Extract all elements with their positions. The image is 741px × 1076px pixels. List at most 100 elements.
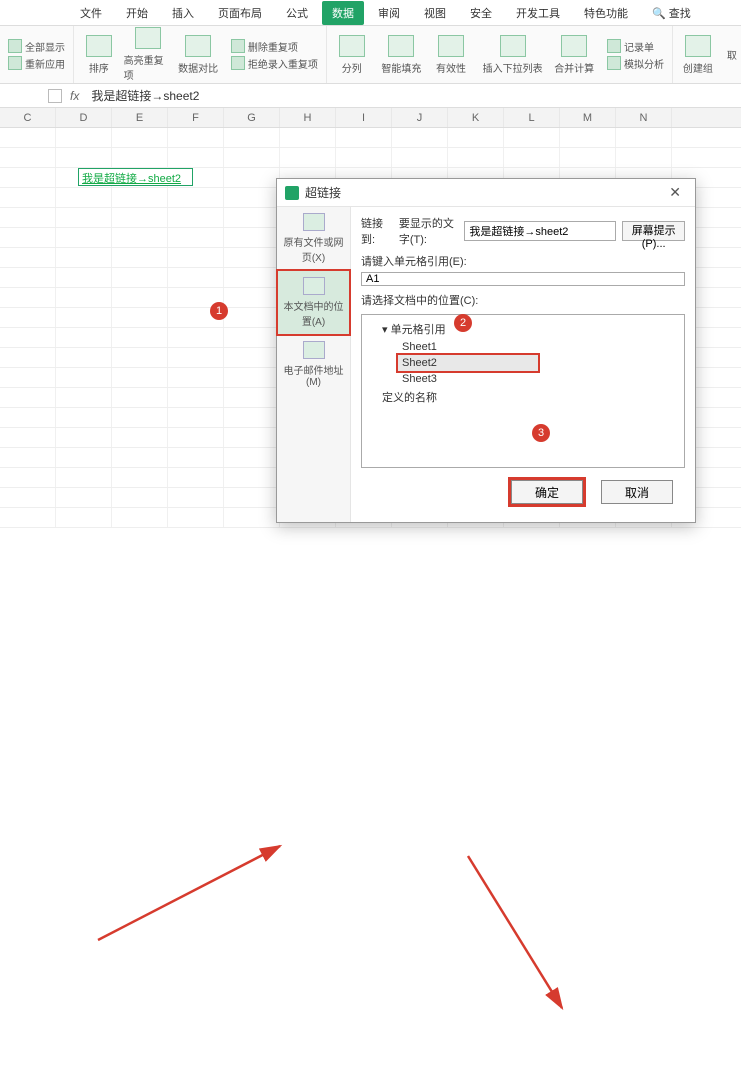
hyperlink-dialog: 超链接 ✕ 原有文件或网页(X) 本文档中的位置(A) 电子邮件地址(M) 链接… <box>276 178 696 523</box>
close-icon[interactable]: ✕ <box>663 184 687 201</box>
tab-data[interactable]: 数据 <box>322 1 364 25</box>
display-text-input[interactable] <box>464 221 616 241</box>
highlight-icon <box>135 27 161 49</box>
tab-review[interactable]: 审阅 <box>368 1 410 25</box>
fx-label[interactable]: fx <box>70 89 79 103</box>
group-icon <box>685 35 711 57</box>
tab-file[interactable]: 文件 <box>70 1 112 25</box>
display-text-label: 要显示的文字(T): <box>399 215 459 247</box>
compare-icon <box>185 35 211 57</box>
consolidate-icon <box>561 35 587 57</box>
text-to-columns-button[interactable]: 分列 <box>327 26 377 83</box>
cell-ref-label: 请键入单元格引用(E): <box>361 253 467 269</box>
tree-node-defined-names-label: 定义的名称 <box>382 392 437 404</box>
funnel-icon <box>8 39 22 53</box>
highlight-dup-button[interactable]: 高亮重复项 <box>124 26 174 83</box>
tab-formula[interactable]: 公式 <box>276 1 318 25</box>
smartfill-label: 智能填充 <box>381 60 421 75</box>
tab-insert[interactable]: 插入 <box>162 1 204 25</box>
col-header[interactable]: J <box>392 108 448 127</box>
tree-item-sheet1[interactable]: Sheet1 <box>398 339 678 355</box>
col-header[interactable]: K <box>448 108 504 127</box>
name-box-icon[interactable] <box>48 89 62 103</box>
cell-ref-input[interactable] <box>361 272 685 286</box>
compare-label: 数据对比 <box>178 60 218 75</box>
consolidate-label: 合并计算 <box>554 60 594 75</box>
col-header[interactable]: M <box>560 108 616 127</box>
col-header[interactable]: H <box>280 108 336 127</box>
filter-reapply-label: 重新应用 <box>25 56 65 71</box>
sort-button[interactable]: 排序 <box>74 26 124 83</box>
tab-view[interactable]: 视图 <box>414 1 456 25</box>
reject-dup-button[interactable]: 拒绝录入重复项 <box>231 56 318 71</box>
active-cell[interactable]: 我是超链接→sheet2 <box>78 168 193 186</box>
col-header[interactable]: I <box>336 108 392 127</box>
annotation-marker-3: 3 <box>532 424 550 442</box>
insert-dropdown-button[interactable]: 插入下拉列表 <box>476 26 550 83</box>
choose-place-label: 请选择文档中的位置(C): <box>361 292 685 308</box>
cancel-button[interactable]: 取消 <box>601 480 673 504</box>
dialog-title: 超链接 <box>305 184 341 201</box>
formula-input[interactable]: 我是超链接→sheet2 <box>87 85 693 106</box>
validity-button[interactable]: 有效性 <box>426 26 476 83</box>
col-header[interactable]: C <box>0 108 56 127</box>
reject-dup-icon <box>231 56 245 70</box>
tab-dev[interactable]: 开发工具 <box>506 1 570 25</box>
ribbon: 全部显示 重新应用 排序 高亮重复项 数据对比 删除重复项 拒绝录入重复项 分列… <box>0 26 741 84</box>
record-form-button[interactable]: 记录单 <box>607 39 664 54</box>
flash-fill-button[interactable]: 智能填充 <box>377 26 427 83</box>
tab-search-label: 查找 <box>669 8 691 20</box>
whatif-label: 模拟分析 <box>624 56 664 71</box>
app-icon <box>285 186 299 200</box>
link-to-sidebar: 原有文件或网页(X) 本文档中的位置(A) 电子邮件地址(M) <box>277 207 351 522</box>
tab-layout[interactable]: 页面布局 <box>208 1 272 25</box>
filter-show-all[interactable]: 全部显示 <box>8 39 65 54</box>
data-compare-button[interactable]: 数据对比 <box>173 26 223 83</box>
filter-reapply[interactable]: 重新应用 <box>8 56 65 71</box>
tree-item-sheet2[interactable]: Sheet2 <box>398 355 538 371</box>
tab-home[interactable]: 开始 <box>116 1 158 25</box>
col-header[interactable]: D <box>56 108 112 127</box>
remove-dup-button[interactable]: 删除重复项 <box>231 39 318 54</box>
what-if-button[interactable]: 模拟分析 <box>607 56 664 71</box>
consolidate-button[interactable]: 合并计算 <box>549 26 599 83</box>
screen-tip-button[interactable]: 屏幕提示(P)... <box>622 221 685 241</box>
smartfill-icon <box>388 35 414 57</box>
col-header[interactable]: L <box>504 108 560 127</box>
tree-node-cellref[interactable]: ▾ 单元格引用 <box>368 319 678 339</box>
linkto-existing-label: 原有文件或网页(X) <box>284 238 344 264</box>
whatif-icon <box>607 56 621 70</box>
column-headers: C D E F G H I J K L M N <box>0 108 741 128</box>
tab-special[interactable]: 特色功能 <box>574 1 638 25</box>
remove-dup-icon <box>231 39 245 53</box>
file-web-icon <box>303 213 325 231</box>
sort-icon <box>86 35 112 57</box>
col-header[interactable]: E <box>112 108 168 127</box>
menu-tabs: 文件 开始 插入 页面布局 公式 数据 审阅 视图 安全 开发工具 特色功能 🔍… <box>0 0 741 26</box>
split-label: 分列 <box>342 60 362 75</box>
sort-label: 排序 <box>89 60 109 75</box>
col-header[interactable]: F <box>168 108 224 127</box>
linkto-email[interactable]: 电子邮件地址(M) <box>277 335 350 394</box>
annotation-marker-1: 1 <box>210 302 228 320</box>
col-header[interactable]: G <box>224 108 280 127</box>
tab-security[interactable]: 安全 <box>460 1 502 25</box>
ok-button[interactable]: 确定 <box>511 480 583 504</box>
tab-search[interactable]: 🔍 查找 <box>642 1 701 25</box>
annotation-arrows <box>0 528 741 1076</box>
filter-show-all-label: 全部显示 <box>25 39 65 54</box>
group-cancel-button[interactable]: 取 <box>723 26 741 83</box>
tree-node-defined-names[interactable]: 定义的名称 <box>368 387 678 407</box>
document-place-tree[interactable]: ▾ 单元格引用 Sheet1 Sheet2 Sheet3 定义的名称 <box>361 314 685 468</box>
insert-dropdown-label: 插入下拉列表 <box>483 60 543 75</box>
tree-item-sheet3[interactable]: Sheet3 <box>398 371 678 387</box>
document-place-icon <box>303 277 325 295</box>
search-icon: 🔍 <box>652 8 666 20</box>
col-header[interactable]: N <box>616 108 672 127</box>
group-button[interactable]: 创建组 <box>673 26 723 83</box>
linkto-place-in-doc[interactable]: 本文档中的位置(A) <box>276 269 351 336</box>
linkto-place-label: 本文档中的位置(A) <box>284 302 344 328</box>
linkto-existing-file[interactable]: 原有文件或网页(X) <box>277 207 350 270</box>
form-icon <box>607 39 621 53</box>
dialog-titlebar: 超链接 ✕ <box>277 179 695 207</box>
